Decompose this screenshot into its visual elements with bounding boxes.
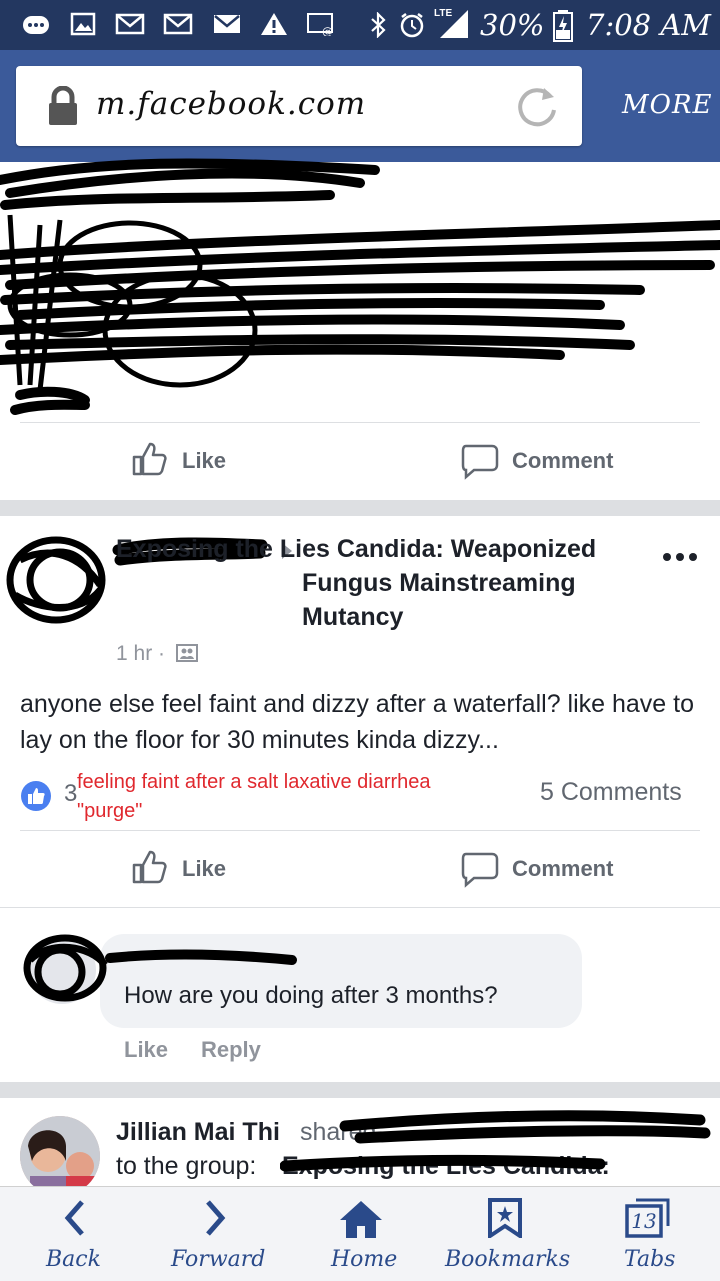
post-time: 1 hr · bbox=[116, 642, 166, 665]
like-label: Like bbox=[182, 856, 227, 881]
avatar[interactable] bbox=[20, 1116, 100, 1196]
post-text: anyone else feel faint and dizzy after a… bbox=[20, 690, 695, 754]
url-text[interactable]: m.facebook.com bbox=[96, 86, 366, 122]
reload-icon[interactable] bbox=[514, 84, 560, 135]
annotation-text: feeling faint after a salt laxative diar… bbox=[77, 771, 431, 822]
divider bbox=[20, 422, 700, 423]
chat-icon bbox=[22, 12, 49, 36]
feed-separator bbox=[0, 1082, 720, 1098]
like-icon bbox=[130, 440, 168, 483]
post2-like-button[interactable]: Like bbox=[130, 848, 240, 888]
wifi-call-icon: @ bbox=[306, 12, 333, 38]
bluetooth-icon bbox=[368, 11, 394, 39]
bookmark-icon bbox=[487, 1198, 523, 1243]
audience-icon bbox=[176, 643, 198, 668]
like-icon bbox=[130, 848, 168, 891]
back-label: Back bbox=[46, 1247, 101, 1272]
tabs-count: 13 bbox=[631, 1209, 657, 1233]
group-name[interactable]: Exposing the Lies Candida: Weaponized Fu… bbox=[116, 532, 666, 634]
tabs-label: Tabs bbox=[624, 1247, 676, 1272]
comments-count[interactable]: 5 Comments bbox=[540, 778, 682, 807]
post1-like-button[interactable]: Like bbox=[130, 440, 240, 480]
mail-icon bbox=[212, 12, 240, 36]
signal-icon: LTE bbox=[434, 8, 474, 40]
author-name[interactable]: Jillian Mai Thi bbox=[116, 1118, 280, 1147]
bookmarks-label: Bookmarks bbox=[445, 1247, 571, 1272]
post1-comment-button[interactable]: Comment bbox=[460, 440, 630, 480]
like-reaction-icon bbox=[20, 780, 52, 817]
mail-icon bbox=[163, 12, 193, 36]
post-options-icon[interactable] bbox=[662, 550, 698, 568]
mail-icon bbox=[115, 12, 145, 36]
like-label: Like bbox=[182, 448, 227, 473]
post2-comment-button[interactable]: Comment bbox=[460, 848, 630, 888]
clock: 7:08 AM bbox=[586, 8, 711, 42]
home-icon bbox=[338, 1198, 384, 1245]
chevron-right-icon bbox=[200, 1198, 230, 1243]
svg-text:@: @ bbox=[322, 25, 333, 36]
battery-icon bbox=[552, 10, 574, 42]
redacted-post3-info bbox=[279, 1108, 720, 1188]
redacted-post-content bbox=[0, 155, 720, 420]
status-bar: @ LTE 30% 7:08 AM bbox=[0, 0, 720, 50]
tabs-icon: 13 bbox=[624, 1196, 674, 1240]
comment-label: Comment bbox=[512, 448, 614, 473]
comment-like-button[interactable]: Like bbox=[124, 1037, 168, 1063]
group-line: to the group: bbox=[116, 1152, 257, 1180]
reactions-count[interactable]: 3 bbox=[64, 780, 77, 808]
divider bbox=[20, 830, 700, 831]
feed-separator bbox=[0, 500, 720, 516]
alarm-icon bbox=[398, 12, 424, 38]
comment-icon bbox=[460, 442, 500, 485]
battery-percent: 30% bbox=[480, 8, 545, 42]
comment-text: How are you doing after 3 months? bbox=[124, 982, 498, 1009]
chevron-left-icon bbox=[60, 1198, 90, 1243]
lock-icon bbox=[46, 85, 80, 131]
divider bbox=[0, 907, 720, 908]
image-icon bbox=[70, 12, 96, 36]
home-label: Home bbox=[331, 1247, 398, 1272]
more-button[interactable]: MORE bbox=[622, 90, 713, 120]
warning-icon bbox=[260, 12, 287, 36]
forward-label: Forward bbox=[171, 1247, 266, 1272]
comment-reply-button[interactable]: Reply bbox=[201, 1037, 261, 1063]
comment-label: Comment bbox=[512, 856, 614, 881]
comment-icon bbox=[460, 850, 500, 893]
